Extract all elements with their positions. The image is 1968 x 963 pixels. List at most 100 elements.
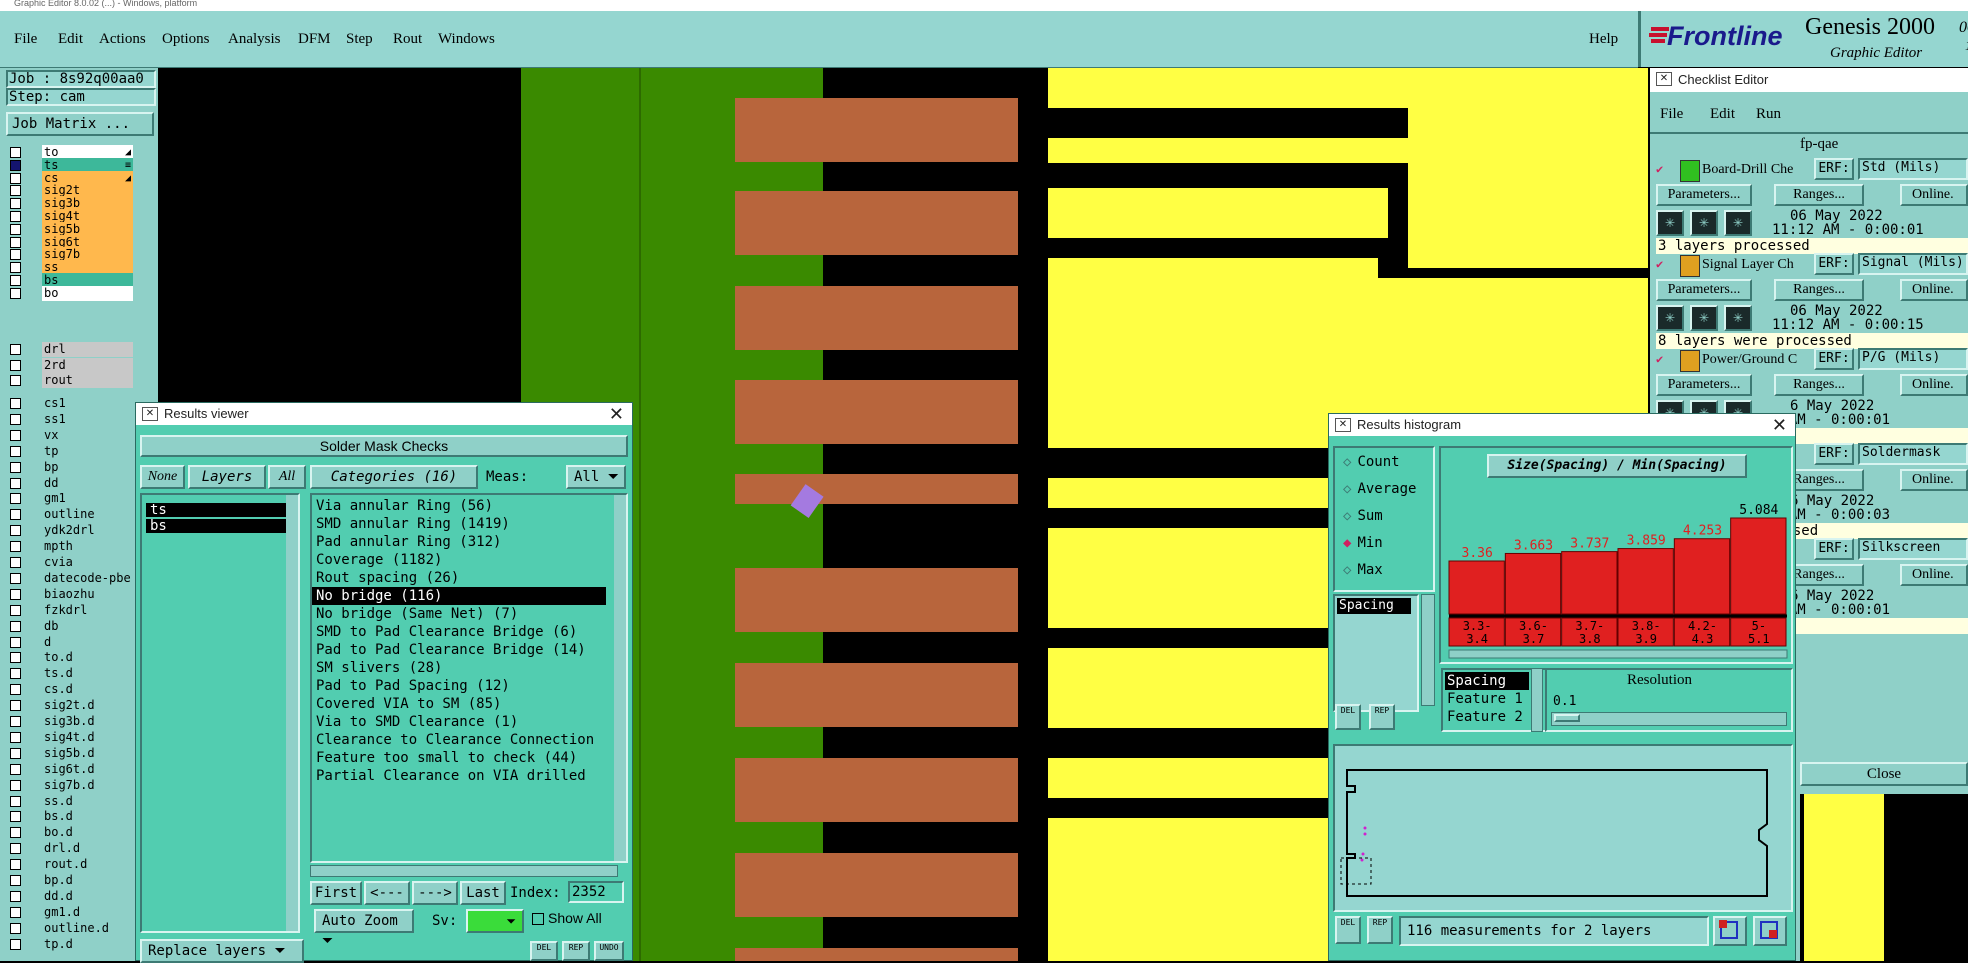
layer-checkbox[interactable] [10, 429, 21, 441]
hist-del-button[interactable]: DEL [1335, 704, 1361, 730]
layer-name[interactable]: dd [42, 475, 133, 491]
menu-analysis[interactable]: Analysis [228, 31, 281, 48]
histogram-bar[interactable] [1617, 548, 1674, 615]
run-icon[interactable]: ✳ [1724, 305, 1752, 331]
parameters-button[interactable]: Parameters... [1656, 374, 1752, 396]
layer-checkbox[interactable] [10, 223, 21, 235]
category-item[interactable]: SM slivers (28) [312, 659, 606, 677]
zoom-to-feature-icon[interactable] [1713, 916, 1747, 946]
layer-name[interactable]: sig6t.d [42, 761, 133, 777]
category-item[interactable]: Partial Clearance on VIA drilled [312, 767, 606, 785]
layer-checkbox[interactable] [10, 779, 21, 791]
slider-handle[interactable] [1554, 714, 1580, 722]
layer-name[interactable]: ss1 [42, 411, 133, 427]
menu-edit[interactable]: Edit [58, 31, 83, 48]
layer-name[interactable]: ydk2drl [42, 523, 133, 539]
online-button[interactable]: Online. [1900, 184, 1968, 206]
check-mark-icon[interactable]: ✔ [1656, 257, 1663, 271]
menu-dfm[interactable]: DFM [298, 31, 331, 48]
layer-checkbox[interactable] [10, 541, 21, 553]
layer-row[interactable]: rout.d [8, 857, 133, 873]
layer-checkbox[interactable] [10, 859, 21, 871]
layer-checkbox[interactable] [10, 493, 21, 505]
categories-list[interactable]: Via annular Ring (56) SMD annular Ring (1… [310, 493, 628, 863]
menu-file[interactable]: File [14, 31, 37, 48]
layer-name[interactable]: gm1 [42, 491, 133, 507]
measure-list[interactable]: Spacing [1333, 594, 1419, 712]
layer-row[interactable]: sig4t.d [8, 729, 133, 745]
preview-del-button[interactable]: DEL [1335, 916, 1361, 944]
layer-row[interactable]: biaozhu [8, 586, 133, 602]
layer-checkbox[interactable] [10, 159, 21, 171]
mode-radio[interactable]: ◇ Average [1343, 481, 1416, 497]
layer-checkbox[interactable] [10, 398, 21, 409]
layer-row[interactable]: 2rd [8, 357, 133, 373]
layer-row[interactable]: db [8, 618, 133, 634]
layer-checkbox[interactable] [10, 509, 21, 521]
layer-checkbox[interactable] [10, 684, 21, 696]
layer-checkbox[interactable] [10, 262, 21, 274]
measure-scrollbar[interactable] [1421, 594, 1435, 706]
layer-name[interactable]: bo.d [42, 825, 133, 841]
resolution-slider[interactable] [1551, 712, 1787, 726]
show-all-checkbox[interactable] [532, 913, 544, 925]
layer-checkbox[interactable] [10, 413, 21, 425]
online-button[interactable]: Online. [1900, 279, 1968, 301]
layer-row[interactable]: outline.d [8, 920, 133, 936]
layer-row[interactable]: sig3b.d [8, 714, 133, 729]
layer-checkbox[interactable] [10, 843, 21, 855]
checklist-menu-edit[interactable]: Edit [1710, 106, 1735, 123]
layer-checkbox[interactable] [10, 275, 21, 286]
layer-row[interactable]: ts.d [8, 666, 133, 682]
histogram-bar[interactable] [1673, 538, 1731, 615]
run-icon[interactable]: ✳ [1656, 305, 1684, 331]
histogram-bar[interactable] [1448, 560, 1505, 615]
category-item[interactable]: Feature too small to check (44) [312, 749, 606, 767]
layer-row[interactable]: to.d [8, 650, 133, 666]
all-button[interactable]: All [268, 465, 306, 489]
category-item[interactable]: Pad annular Ring (312) [312, 533, 606, 551]
undo-button[interactable]: UNDO [594, 941, 624, 961]
run-icon[interactable]: ✳ [1656, 210, 1684, 236]
layer-checkbox[interactable] [10, 668, 21, 680]
menu-options[interactable]: Options [162, 31, 210, 48]
layer-row[interactable]: gm1 [8, 491, 133, 507]
category-item[interactable]: Coverage (1182) [312, 551, 606, 569]
layer-name[interactable]: db [42, 618, 133, 634]
ranges-button[interactable]: Ranges... [1774, 279, 1864, 301]
layer-row[interactable]: cs.d [8, 682, 133, 698]
layer-row[interactable]: sig7b.d [8, 777, 133, 793]
layer-row[interactable]: cs1 [8, 396, 133, 411]
checklist-menu-file[interactable]: File [1660, 106, 1683, 123]
histogram-hscrollbar[interactable] [1448, 649, 1788, 659]
check-mark-icon[interactable]: ✔ [1656, 162, 1663, 176]
layer-row[interactable]: dd [8, 475, 133, 491]
none-button[interactable]: None [140, 465, 185, 489]
layer-name[interactable]: bo [42, 285, 133, 301]
replace-layers-dropdown[interactable]: Replace layers ⏷ [140, 939, 304, 963]
layer-row[interactable]: rout [8, 373, 133, 388]
category-item[interactable]: Via annular Ring (56) [312, 497, 606, 515]
solder-mask-checks-header[interactable]: Solder Mask Checks [140, 435, 628, 457]
category-item[interactable]: SMD annular Ring (1419) [312, 515, 606, 533]
layer-row[interactable]: cvia [8, 555, 133, 570]
layer-row[interactable]: d [8, 634, 133, 650]
action-name[interactable]: Board-Drill Che [1702, 162, 1812, 178]
layer-name[interactable]: sig4t.d [42, 729, 133, 745]
layer-checkbox[interactable] [10, 700, 21, 712]
chart-title[interactable]: Size(Spacing) / Min(Spacing) [1487, 454, 1747, 478]
feature-list-item[interactable]: Spacing [1445, 672, 1529, 690]
layer-checkbox[interactable] [10, 652, 21, 664]
hist-rep-button[interactable]: REP [1369, 704, 1395, 730]
category-item[interactable]: No bridge (Same Net) (7) [312, 605, 606, 623]
layer-row[interactable]: sig6t.d [8, 761, 133, 777]
layer-name[interactable]: gm1.d [42, 904, 133, 920]
layer-row[interactable]: ydk2drl [8, 523, 133, 539]
categories-scrollbar[interactable] [614, 495, 626, 861]
measure-list-item[interactable]: Spacing [1337, 598, 1411, 614]
layer-name[interactable]: to.d [42, 650, 133, 666]
prev-button[interactable]: <--- [364, 881, 410, 905]
action-name[interactable]: Signal Layer Ch [1702, 257, 1812, 273]
action-name[interactable]: Power/Ground C [1702, 352, 1812, 368]
layer-checkbox[interactable] [10, 249, 21, 261]
